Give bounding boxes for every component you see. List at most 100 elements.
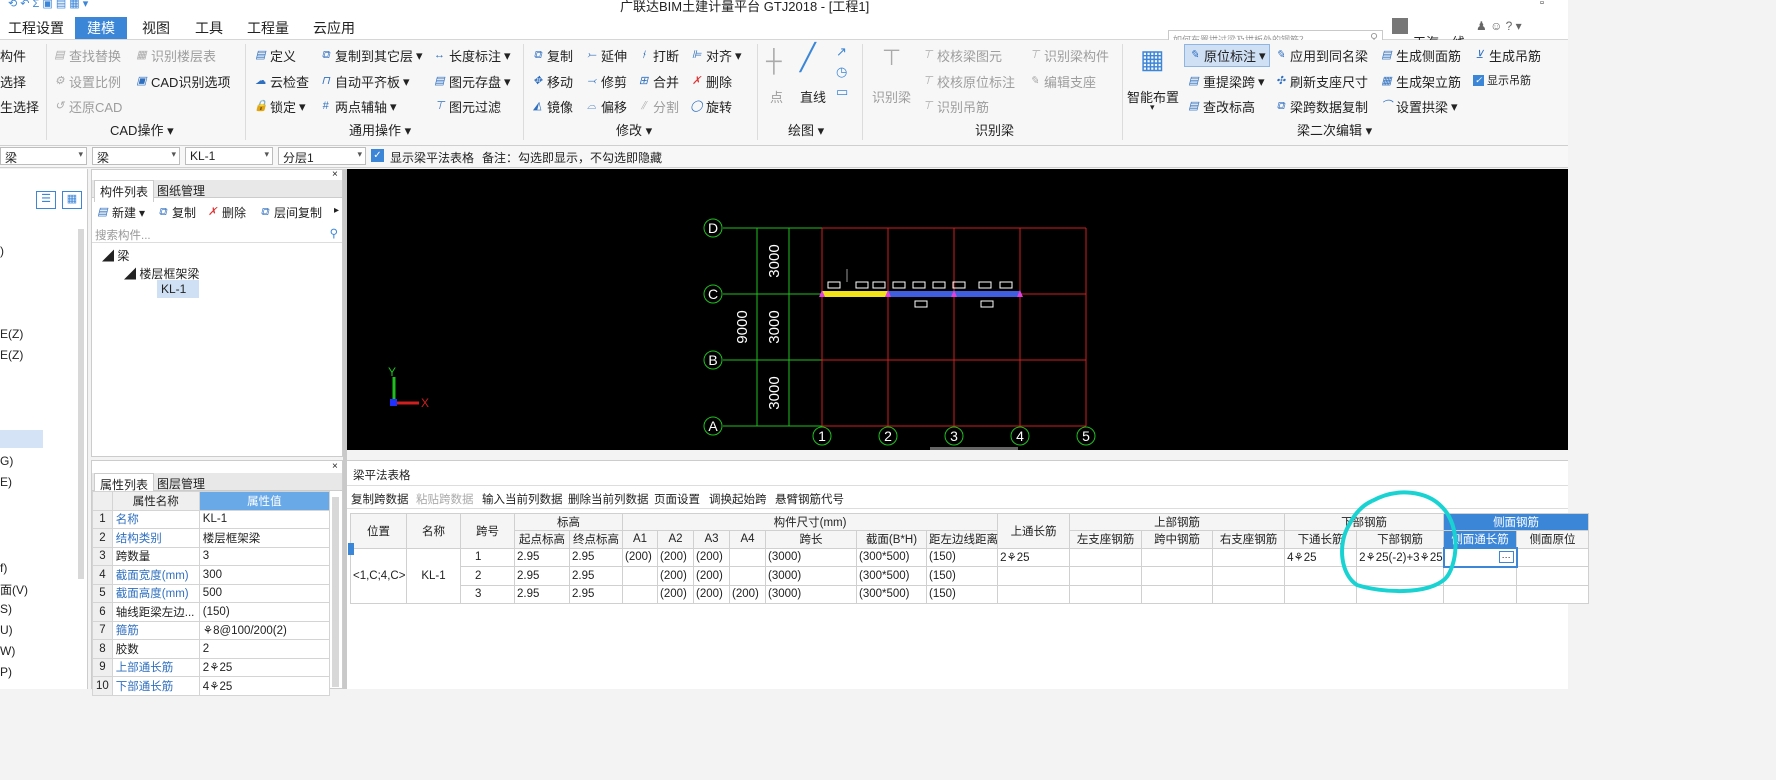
annotation-box[interactable] (912, 281, 926, 289)
table-cell[interactable]: (200) (693, 584, 730, 604)
group-label-modify[interactable]: 修改 ▾ (616, 120, 652, 139)
nav-item[interactable]: f) (0, 561, 7, 575)
table-cell[interactable] (1069, 584, 1143, 604)
offset-button[interactable]: ⌓ 偏移 (585, 97, 627, 116)
annotation-box[interactable] (827, 281, 841, 289)
table-cell[interactable]: (200) (657, 584, 694, 604)
nav-item[interactable]: E(Z) (0, 327, 23, 341)
property-row[interactable]: 5 截面高度(mm) 500 (92, 583, 331, 603)
property-value[interactable]: 3 (198, 546, 331, 566)
span-data-copy-button[interactable]: ⧉ 梁跨数据复制 (1274, 97, 1368, 116)
table-cell[interactable]: (3000) (765, 584, 857, 604)
table-cell[interactable] (622, 584, 658, 604)
copy-between-floors-button[interactable]: ⧉ 层间复制 (258, 204, 322, 221)
auto-align-slab-button[interactable]: ⊓ 自动平齐板 ▾ (319, 72, 409, 91)
lock-button[interactable]: 🔒 锁定 ▾ (254, 97, 306, 116)
table-cell[interactable]: (3000) (765, 547, 857, 567)
table-cell[interactable] (997, 566, 1071, 586)
menu-cloud[interactable]: 云应用 (313, 18, 355, 38)
nav-item[interactable]: P) (0, 665, 12, 679)
line-button[interactable]: 直线 (800, 87, 826, 106)
table-cell[interactable] (622, 566, 658, 586)
table-cell[interactable] (1212, 584, 1286, 604)
re-extract-span-button[interactable]: ▤ 重提梁跨 ▾ (1187, 72, 1264, 91)
property-row[interactable]: 1 名称 KL-1 (92, 509, 331, 529)
group-label-general[interactable]: 通用操作 ▾ (349, 120, 411, 139)
beam-span-selected[interactable] (822, 291, 888, 297)
annotation-box[interactable] (978, 281, 992, 289)
table-cell[interactable]: (300*500) (856, 566, 927, 586)
menu-modeling[interactable]: 建模 (75, 17, 127, 39)
cantilever-code-button[interactable]: 悬臂钢筋代号 (775, 491, 844, 507)
extend-button[interactable]: ⤚ 延伸 (585, 46, 627, 65)
table-cell[interactable]: 2.95 (514, 584, 570, 604)
check-annotation-button[interactable]: ⊤ 校核原位标注 (921, 72, 1015, 91)
menu-project-settings[interactable]: 工程设置 (8, 18, 64, 38)
group-label-draw[interactable]: 绘图 ▾ (788, 120, 824, 139)
table-cell[interactable]: 3 (460, 584, 515, 604)
scrollbar[interactable] (78, 229, 84, 579)
property-value[interactable]: (150) (198, 602, 331, 622)
cloud-check-button[interactable]: ☁ 云检查 (254, 72, 309, 91)
table-cell[interactable]: 2.95 (569, 584, 623, 604)
property-value[interactable]: 2 (198, 639, 331, 659)
chevron-down-icon[interactable]: ▾ (1150, 102, 1155, 113)
recognize-hanger-button[interactable]: ⊤ 识别吊筋 (921, 97, 989, 116)
canvas-scroll[interactable] (930, 447, 1018, 450)
layer-select[interactable]: 分层1 (278, 147, 366, 165)
apply-same-name-beam-button[interactable]: ✎ 应用到同名梁 (1274, 46, 1368, 65)
grid-view-icon[interactable]: ▦ (62, 191, 82, 209)
nav-item[interactable]: G) (0, 454, 13, 468)
window-controls[interactable]: ▫ (1540, 0, 1544, 9)
table-cell[interactable]: (200) (657, 547, 694, 567)
delete-component-button[interactable]: ✗ 删除 (206, 204, 246, 221)
recognize-beam-component-button[interactable]: ⊤ 识别梁构件 (1028, 46, 1109, 65)
table-cell[interactable]: 2.95 (569, 566, 623, 586)
table-cell[interactable]: (200) (622, 547, 658, 567)
tree-node-beam[interactable]: ◢ 梁 (102, 247, 129, 264)
rotate-button[interactable]: ◯ 旋转 (690, 97, 732, 116)
notification-icons[interactable]: ♟ ☺ ? ▾ (1476, 19, 1522, 33)
copy-to-other-floor-button[interactable]: ⧉ 复制到其它层 ▾ (319, 46, 423, 65)
table-cell[interactable] (1069, 547, 1143, 567)
property-row[interactable]: 8 胶数 2 (92, 639, 331, 659)
annotation-box[interactable] (980, 300, 994, 308)
new-component-button[interactable]: ▤ 新建 ▾ (96, 204, 145, 221)
nav-item[interactable]: S) (0, 602, 12, 616)
component-select[interactable]: KL-1 (185, 147, 273, 165)
input-column-data-button[interactable]: 输入当前列数据 (482, 491, 563, 507)
nav-item[interactable]: ) (0, 244, 4, 258)
set-scale-button[interactable]: ⚙ 设置比例 (53, 72, 121, 91)
annotation-box[interactable] (932, 281, 946, 289)
property-row[interactable]: 4 截面宽度(mm) 300 (92, 565, 331, 585)
group-label-beam-edit[interactable]: 梁二次编辑 ▾ (1297, 120, 1372, 139)
table-cell[interactable] (1141, 566, 1214, 586)
table-cell[interactable]: (200) (657, 566, 694, 586)
floor-type-select[interactable]: 梁 (0, 147, 87, 165)
property-value[interactable]: 300 (198, 565, 331, 585)
show-table-checkbox[interactable]: ✓ (371, 149, 384, 162)
find-replace-button[interactable]: ▤ 查找替换 (53, 46, 121, 65)
recognize-floor-table-button[interactable]: ▦ 识别楼层表 (135, 46, 216, 65)
more-icon[interactable]: ▸ (334, 205, 339, 216)
set-arch-beam-button[interactable]: ⌒ 设置拱梁 ▾ (1380, 97, 1458, 116)
table-cell[interactable]: (200) (693, 566, 730, 586)
cad-options-button[interactable]: ▣ CAD识别选项 (135, 72, 230, 91)
list-view-icon[interactable]: ☰ (36, 191, 56, 209)
menu-quantity[interactable]: 工程量 (247, 18, 289, 38)
property-value[interactable]: 楼层框架梁 (198, 528, 331, 548)
table-cell[interactable] (729, 547, 766, 567)
property-row[interactable]: 7 箍筋 ⚘8@100/200(2) (92, 620, 331, 640)
gen-side-rebar-button[interactable]: ▤ 生成侧面筋 (1380, 46, 1461, 65)
property-value[interactable]: 4⚘25 (198, 676, 331, 696)
drawing-canvas[interactable]: D C B A 1 2 3 4 5 3000 3000 3000 9000 Y X (347, 169, 1568, 450)
gen-hanger-button[interactable]: ⊻ 生成吊筋 (1473, 46, 1541, 65)
tab-drawing-management[interactable]: 图纸管理 (152, 180, 210, 201)
table-cell[interactable]: (150) (925, 547, 999, 567)
swap-start-span-button[interactable]: 调换起始跨 (709, 491, 767, 507)
ribbon-left-item[interactable]: 选择 (0, 72, 26, 91)
nav-item[interactable]: W) (0, 644, 15, 658)
copy-component-button[interactable]: ⧉ 复制 (156, 204, 196, 221)
align-button[interactable]: ⊫ 对齐 ▾ (690, 46, 742, 65)
nav-item[interactable]: E) (0, 475, 12, 489)
